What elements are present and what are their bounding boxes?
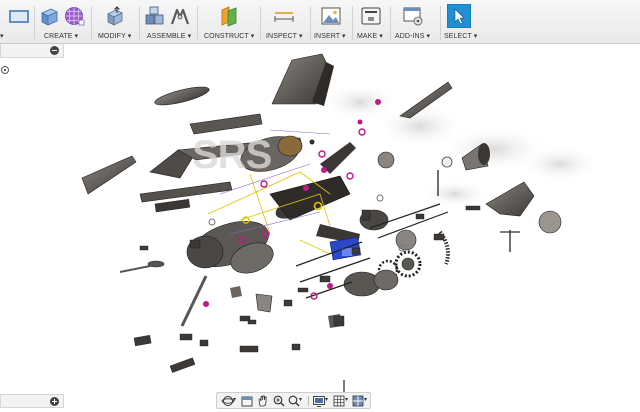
modify-menu-label[interactable]: MODIFY ▾ xyxy=(98,32,131,42)
nose-cone-part[interactable] xyxy=(485,181,562,252)
insert-menu-label[interactable]: INSERT ▾ xyxy=(314,32,346,42)
create-menu-label[interactable]: CREATE ▾ xyxy=(44,32,78,42)
assemble-menu-label[interactable]: ASSEMBLE ▾ xyxy=(147,32,191,42)
look-at-icon[interactable] xyxy=(240,394,254,408)
comments-panel-header xyxy=(0,394,64,408)
zoom-icon[interactable] xyxy=(272,394,286,408)
landing-gear-part[interactable] xyxy=(119,260,342,328)
joint-icon[interactable] xyxy=(169,5,191,27)
select-cursor-icon[interactable] xyxy=(447,4,471,28)
construct-menu-label[interactable]: CONSTRUCT ▾ xyxy=(204,32,254,42)
viewports-caret[interactable]: ▾ xyxy=(364,396,367,403)
display-settings-icon[interactable] xyxy=(312,394,326,408)
press-pull-icon[interactable] xyxy=(104,5,126,27)
form-sphere-icon[interactable] xyxy=(63,5,85,27)
modify-group[interactable]: MODIFY ▾ xyxy=(94,0,138,44)
canopy-part[interactable] xyxy=(153,83,210,108)
tail-fin-part[interactable] xyxy=(271,53,334,106)
toolbar-divider xyxy=(390,6,391,40)
add-ins-menu-label[interactable]: ADD-INS ▾ xyxy=(395,32,430,42)
create-group[interactable]: CREATE ▾ xyxy=(36,0,88,44)
make-group[interactable]: MAKE ▾ xyxy=(354,0,390,44)
pan-hand-icon[interactable] xyxy=(256,394,270,408)
3d-print-icon[interactable] xyxy=(360,5,382,27)
toolbar-divider xyxy=(440,6,441,40)
toolbar-divider xyxy=(197,6,198,40)
toolbar-divider xyxy=(91,6,92,40)
insert-group[interactable]: INSERT ▾ xyxy=(312,0,352,44)
measure-icon[interactable] xyxy=(273,5,295,27)
navbar-divider xyxy=(308,396,309,406)
grid-settings-icon[interactable] xyxy=(332,394,346,408)
sketch-group[interactable]: ▾ xyxy=(0,0,34,44)
insert-image-icon[interactable] xyxy=(320,5,342,27)
add-ins-group[interactable]: ADD-INS ▾ xyxy=(392,0,440,44)
make-menu-label[interactable]: MAKE ▾ xyxy=(357,32,383,42)
srs-watermark: SRS xyxy=(192,133,272,177)
navigation-bar: ▾ ▾ ▾ ▾ ▾ xyxy=(216,392,371,409)
inspect-group[interactable]: INSPECT ▾ xyxy=(263,0,309,44)
toolbar-divider xyxy=(352,6,353,40)
grid-settings-caret[interactable]: ▾ xyxy=(345,396,348,403)
select-group[interactable]: SELECT ▾ xyxy=(442,0,478,44)
select-menu-label[interactable]: SELECT ▾ xyxy=(444,32,477,42)
construct-group[interactable]: CONSTRUCT ▾ xyxy=(200,0,258,44)
left-wing-part[interactable] xyxy=(81,155,137,195)
box-icon[interactable] xyxy=(38,5,60,27)
scripts-addins-icon[interactable] xyxy=(402,5,424,27)
viewports-icon[interactable] xyxy=(351,394,365,408)
zoom-menu-caret[interactable]: ▾ xyxy=(299,396,302,403)
rectangle-sketch-icon[interactable] xyxy=(8,5,30,27)
toolbar-divider xyxy=(34,6,35,40)
offset-plane-icon[interactable] xyxy=(218,5,240,27)
ribbon-toolbar: ▾ CREATE ▾ MODIFY ▾ ASSEMBLE ▾ CONSTRUCT… xyxy=(0,0,640,44)
sketch-menu-caret[interactable]: ▾ xyxy=(0,32,4,42)
add-comment-icon[interactable] xyxy=(50,397,59,406)
assemble-group[interactable]: ASSEMBLE ▾ xyxy=(142,0,194,44)
toolbar-divider xyxy=(139,6,140,40)
inspect-menu-label[interactable]: INSPECT ▾ xyxy=(266,32,303,42)
design-viewport[interactable]: SRS xyxy=(0,44,640,392)
display-settings-caret[interactable]: ▾ xyxy=(325,396,328,403)
orbit-menu-caret[interactable]: ▾ xyxy=(233,396,236,403)
fastener-parts xyxy=(133,205,481,373)
toolbar-divider xyxy=(310,6,311,40)
new-component-icon[interactable] xyxy=(144,5,166,27)
smoke-effect xyxy=(322,84,600,208)
toolbar-divider xyxy=(260,6,261,40)
